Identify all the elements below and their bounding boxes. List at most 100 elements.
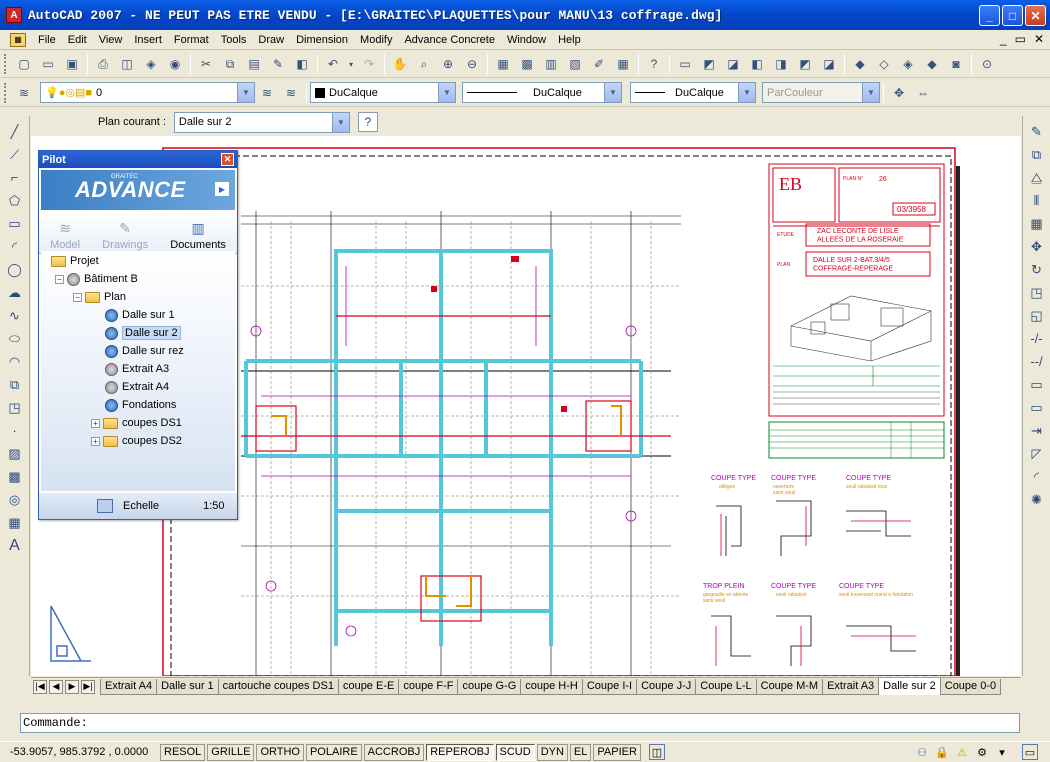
- tree-node-plan-item[interactable]: Dalle sur rez: [105, 343, 184, 359]
- menu-dimension[interactable]: Dimension: [290, 31, 354, 49]
- layout-tab[interactable]: Coupe I-I: [581, 678, 638, 695]
- advance-arrow-icon[interactable]: ⊙: [977, 54, 997, 74]
- tab-drawings[interactable]: ✎ Drawings: [102, 212, 148, 253]
- layout-tab[interactable]: cartouche coupes DS1: [217, 678, 339, 695]
- properties-icon[interactable]: ▦: [493, 54, 513, 74]
- plan-courant-combo[interactable]: Dalle sur 2 ▼: [173, 111, 350, 133]
- lineweight-toggle[interactable]: EL: [569, 743, 592, 761]
- chamfer-icon[interactable]: ◸: [1026, 443, 1048, 464]
- ellipse-arc-icon[interactable]: ◠: [4, 351, 26, 372]
- new-icon[interactable]: ▢: [14, 54, 34, 74]
- arc-icon[interactable]: ◜: [4, 236, 26, 257]
- snap-toggle[interactable]: RESOL: [160, 743, 206, 761]
- trim-icon[interactable]: -/-: [1026, 328, 1048, 349]
- tree-node-plan-item[interactable]: Extrait A3: [105, 361, 169, 377]
- hatch-icon[interactable]: ▨: [4, 443, 26, 464]
- prev-tab-icon[interactable]: ◀: [49, 679, 63, 694]
- layout-tab-active[interactable]: Dalle sur 2: [878, 678, 941, 695]
- offset-icon[interactable]: ⫴: [1026, 190, 1048, 211]
- advance-align-icon[interactable]: ⇔: [913, 83, 933, 103]
- spline-icon[interactable]: ∿: [4, 305, 26, 326]
- layout-tab[interactable]: Coupe M-M: [755, 678, 824, 695]
- menu-insert[interactable]: Insert: [128, 31, 168, 49]
- play-icon[interactable]: ▶: [215, 182, 229, 196]
- communication-center-icon[interactable]: ⚇: [914, 744, 930, 760]
- close-button[interactable]: ✕: [1025, 5, 1046, 26]
- tree-node-section-folder[interactable]: + coupes DS1: [91, 415, 182, 431]
- layout-tab[interactable]: coupe F-F: [398, 678, 459, 695]
- tree-node-batiment[interactable]: − Bâtiment B: [55, 271, 138, 287]
- tree-node-plan-item[interactable]: Extrait A4: [105, 379, 169, 395]
- tree-node-projet[interactable]: Projet: [51, 253, 99, 269]
- tab-model[interactable]: ≋ Model: [50, 212, 80, 253]
- minimize-button[interactable]: _: [979, 5, 1000, 26]
- menu-help[interactable]: Help: [552, 31, 587, 49]
- clean-screen-icon[interactable]: ▭: [1022, 744, 1038, 760]
- break-icon[interactable]: ▭: [1026, 397, 1048, 418]
- undo-icon[interactable]: ↶: [323, 54, 343, 74]
- insert-block-icon[interactable]: ⧉: [4, 374, 26, 395]
- break-point-icon[interactable]: ▭: [1026, 374, 1048, 395]
- status-menu-arrow-icon[interactable]: ▾: [994, 744, 1010, 760]
- layout-tab[interactable]: coupe H-H: [520, 678, 583, 695]
- otrack-toggle[interactable]: REPEROBJ: [426, 743, 494, 761]
- tree-node-section-folder[interactable]: + coupes DS2: [91, 433, 182, 449]
- calculator-icon[interactable]: ▦: [613, 54, 633, 74]
- menu-modify[interactable]: Modify: [354, 31, 398, 49]
- command-line[interactable]: Commande:: [20, 713, 1020, 733]
- menu-window[interactable]: Window: [501, 31, 552, 49]
- next-tab-icon[interactable]: ▶: [65, 679, 79, 694]
- views-icon[interactable]: ▭: [675, 54, 695, 74]
- scale-value[interactable]: 1:50: [203, 500, 224, 512]
- coordinates-readout[interactable]: -53.9057, 985.3792 , 0.0000: [0, 746, 160, 758]
- lineweight-combo[interactable]: DuCalque ▼: [630, 82, 756, 103]
- tree-node-plan-item[interactable]: Fondations: [105, 397, 176, 413]
- menu-draw[interactable]: Draw: [252, 31, 290, 49]
- advance-move-icon[interactable]: ✥: [889, 83, 909, 103]
- lock-icon[interactable]: 🔒: [934, 744, 950, 760]
- open-icon[interactable]: ▭: [38, 54, 58, 74]
- right-view-icon[interactable]: ◨: [771, 54, 791, 74]
- sheet-set-icon[interactable]: ▧: [565, 54, 585, 74]
- make-block-icon[interactable]: ◳: [4, 397, 26, 418]
- stretch-icon[interactable]: ◱: [1026, 305, 1048, 326]
- warning-icon[interactable]: ⚠: [954, 744, 970, 760]
- chevron-down-icon[interactable]: ▼: [738, 83, 755, 102]
- layout-tab[interactable]: Coupe 0-0: [939, 678, 1002, 695]
- erase-icon[interactable]: ✎: [1026, 121, 1048, 142]
- document-icon[interactable]: ▦: [10, 32, 26, 47]
- menu-file[interactable]: File: [32, 31, 62, 49]
- pan-icon[interactable]: ✋: [390, 54, 410, 74]
- zoom-previous-icon[interactable]: ⊖: [462, 54, 482, 74]
- chevron-down-icon[interactable]: ▼: [438, 83, 455, 102]
- rotate-icon[interactable]: ↻: [1026, 259, 1048, 280]
- rectangle-icon[interactable]: ▭: [4, 213, 26, 234]
- collapse-icon[interactable]: −: [73, 292, 82, 302]
- help-icon[interactable]: ?: [644, 54, 664, 74]
- 3d-dwf-icon[interactable]: ◉: [165, 54, 185, 74]
- explode-icon[interactable]: ✺: [1026, 489, 1048, 510]
- sw-iso-icon[interactable]: ◆: [850, 54, 870, 74]
- move-icon[interactable]: ✥: [1026, 236, 1048, 257]
- horizontal-scrollbar[interactable]: [31, 695, 1021, 701]
- autocad-app-icon[interactable]: A: [6, 7, 22, 23]
- chevron-down-icon[interactable]: ▼: [331, 112, 349, 132]
- tree-node-plan-item[interactable]: Dalle sur 1: [105, 307, 175, 323]
- se-iso-icon[interactable]: ◇: [874, 54, 894, 74]
- menu-view[interactable]: View: [93, 31, 129, 49]
- print-icon[interactable]: ⎙: [93, 54, 113, 74]
- print-preview-icon[interactable]: ◫: [117, 54, 137, 74]
- nw-iso-icon[interactable]: ◆: [922, 54, 942, 74]
- front-view-icon[interactable]: ◩: [795, 54, 815, 74]
- construction-line-icon[interactable]: ⟋: [4, 144, 26, 165]
- fillet-icon[interactable]: ◜: [1026, 466, 1048, 487]
- toolbar-grip[interactable]: [4, 82, 9, 103]
- layout-tab[interactable]: coupe E-E: [337, 678, 400, 695]
- maximize-viewport-icon[interactable]: ◫: [648, 744, 665, 760]
- left-view-icon[interactable]: ◧: [747, 54, 767, 74]
- block-editor-icon[interactable]: ◧: [292, 54, 312, 74]
- undo-dropdown-icon[interactable]: ▾: [347, 54, 355, 74]
- array-icon[interactable]: ▦: [1026, 213, 1048, 234]
- layer-combo[interactable]: 💡●◎▤■ 0 ▼: [40, 82, 255, 103]
- polyline-icon[interactable]: ⌐: [4, 167, 26, 188]
